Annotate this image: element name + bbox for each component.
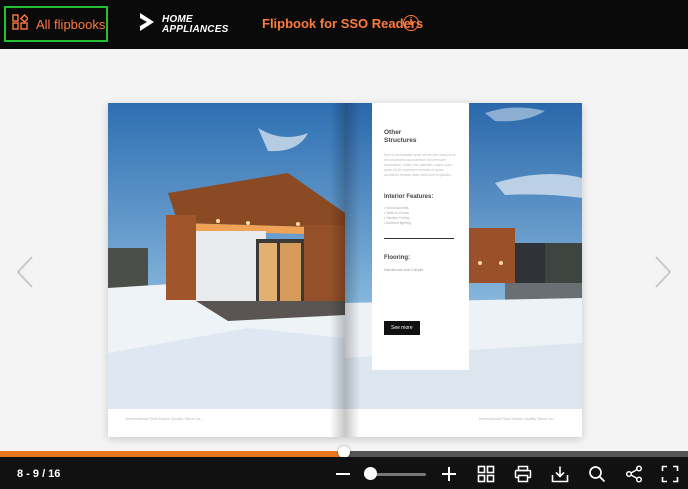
interior-feature-item: • Ambient lighting bbox=[384, 221, 411, 225]
flipbooks-grid-icon bbox=[12, 13, 30, 35]
share-icon[interactable] bbox=[624, 464, 644, 484]
download-icon[interactable] bbox=[550, 464, 570, 484]
house-photo-left bbox=[108, 103, 345, 409]
next-page-arrow-icon[interactable] bbox=[652, 255, 674, 289]
right-page-footer: International Real Estate Quality Since … bbox=[479, 416, 557, 421]
left-page-footer: International Real Estate Quality Since … bbox=[126, 416, 204, 421]
zoom-slider-handle[interactable] bbox=[364, 467, 378, 480]
flooring-value: Hardwood and Carpet bbox=[384, 267, 424, 272]
all-flipbooks-label: All flipbooks bbox=[36, 16, 106, 32]
card-intro-text: Sed ut perspiciatis unde omnis iste natu… bbox=[384, 153, 456, 177]
brand-logo: HOME APPLIANCES bbox=[138, 12, 228, 37]
logo-line-1: HOME bbox=[162, 13, 193, 25]
book-spine-shadow bbox=[330, 103, 360, 437]
flipbook-spread[interactable]: International Real Estate Quality Since … bbox=[108, 103, 582, 437]
page-indicator: 8 - 9 / 16 bbox=[17, 468, 61, 480]
card-heading-line-1: Other bbox=[384, 129, 402, 136]
card-divider bbox=[384, 238, 454, 239]
card-heading-line-2: Structures bbox=[384, 137, 417, 144]
search-icon[interactable] bbox=[587, 464, 607, 484]
all-flipbooks-button[interactable]: All flipbooks bbox=[4, 6, 108, 42]
previous-page-arrow-icon[interactable] bbox=[14, 255, 36, 289]
print-icon[interactable] bbox=[513, 464, 533, 484]
fullscreen-icon[interactable] bbox=[660, 464, 680, 484]
see-more-button[interactable]: See more bbox=[384, 321, 420, 335]
logo-mark-icon bbox=[138, 12, 156, 37]
interior-features-list: • Wood Accents • Walk-in Closet • Vaulte… bbox=[384, 206, 459, 226]
bottom-toolbar: 8 - 9 / 16 bbox=[0, 457, 688, 489]
flooring-heading: Flooring: bbox=[384, 255, 410, 261]
flipbook-title: Flipbook for SSO Readers bbox=[262, 16, 424, 31]
thumbnails-icon[interactable] bbox=[476, 464, 496, 484]
right-page[interactable]: Other Structures Sed ut perspiciatis und… bbox=[345, 103, 582, 437]
logo-line-2: APPLIANCES bbox=[162, 23, 229, 35]
zoom-out-icon[interactable] bbox=[333, 464, 353, 484]
info-card: Other Structures Sed ut perspiciatis und… bbox=[372, 103, 469, 370]
zoom-in-icon[interactable] bbox=[439, 464, 459, 484]
info-icon[interactable]: i bbox=[403, 15, 419, 31]
interior-features-heading: Interior Features: bbox=[384, 194, 434, 200]
top-bar: All flipbooks HOME APPLIANCES Flipbook f… bbox=[0, 0, 688, 49]
left-page[interactable]: International Real Estate Quality Since … bbox=[108, 103, 345, 437]
